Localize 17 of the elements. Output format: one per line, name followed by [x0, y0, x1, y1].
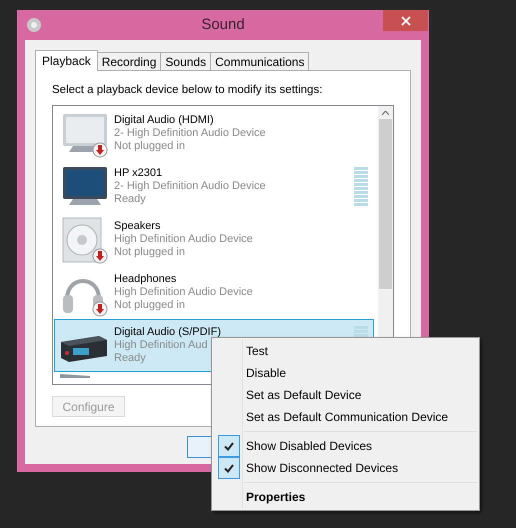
- device-name: Digital Audio (HDMI): [114, 114, 215, 128]
- instruction-text: Select a playback device below to modify its settings:: [52, 83, 324, 98]
- device-driver: 2- High Definition Audio Device: [114, 127, 266, 140]
- device-driver: 2- High Definition Audio Device: [114, 180, 266, 194]
- device-driver: High Definition Audio Device: [114, 286, 253, 300]
- device-name: Digital Audio (S/PDIF): [114, 326, 221, 340]
- device-driver: High Definition Audio Device: [114, 233, 253, 246]
- device-name: HP x2301: [114, 167, 164, 180]
- device-name: Speakers: [114, 220, 162, 234]
- device-status: Not plugged in: [114, 299, 186, 312]
- device-status: Not plugged in: [114, 246, 186, 260]
- device-status: Ready: [114, 193, 147, 206]
- window-title: Sound: [200, 14, 246, 35]
- device-status: Ready: [114, 352, 147, 366]
- device-name: Headphones: [114, 273, 178, 286]
- device-status: Not plugged in: [114, 140, 186, 154]
- device-driver: High Definition Aud: [114, 339, 209, 352]
